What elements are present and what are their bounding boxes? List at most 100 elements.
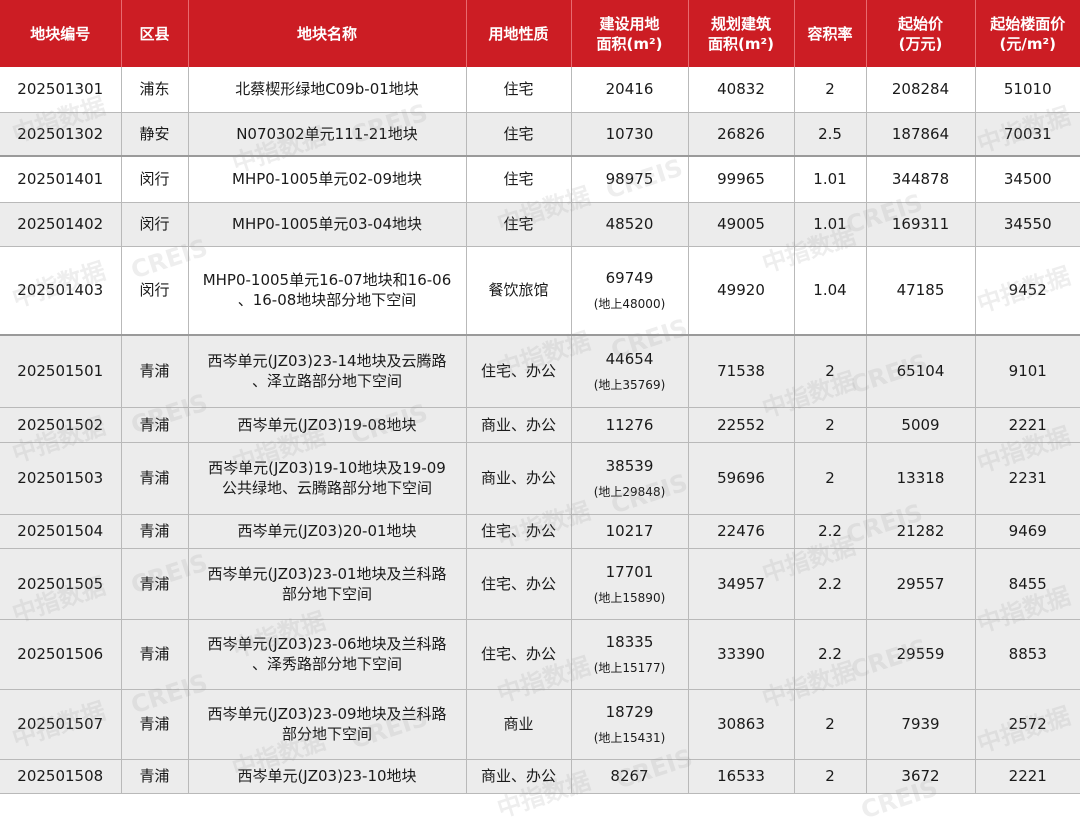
cell-building-area: 22476: [688, 514, 795, 549]
cell-district: 闵行: [121, 202, 189, 247]
cell-land-area: 11276: [571, 407, 689, 443]
header-district: 区县: [121, 0, 189, 67]
header-land-area: 建设用地 面积(m²): [571, 0, 689, 67]
cell-building-area-text: 22552: [717, 415, 765, 434]
cell-district-text: 青浦: [139, 469, 170, 487]
cell-floor-price-text: 34550: [1003, 215, 1052, 233]
cell-building-area-text: 34957: [717, 574, 765, 593]
cell-floor-price: 34500: [975, 156, 1080, 203]
cell-starting-price: 7939: [866, 689, 976, 760]
cell-land-area: 69749 (地上48000): [571, 246, 689, 336]
cell-building-area: 22552: [688, 407, 795, 443]
cell-building-area-text: 16533: [717, 767, 765, 785]
table-row: 202501506 青浦 西岑单元(JZ03)23-06地块及兰科路 、泽秀路部分地下…: [0, 619, 1080, 690]
cell-land-use-text: 商业: [503, 715, 534, 733]
cell-parcel-name-text: 西岑单元(JZ03)23-10地块: [237, 767, 417, 785]
cell-parcel-id: 202501507: [0, 689, 122, 760]
cell-land-use-text: 餐饮旅馆: [488, 281, 549, 300]
cell-parcel-id: 202501301: [0, 67, 122, 113]
cell-floor-price: 2572: [975, 689, 1080, 760]
header-parcel-name: 地块名称: [188, 0, 467, 67]
cell-building-area-text: 33390: [717, 645, 765, 663]
cell-building-area: 34957: [688, 548, 795, 620]
cell-parcel-name-text: 西岑单元(JZ03)23-09地块及兰科路: [207, 705, 447, 723]
cell-parcel-id: 202501403: [0, 246, 122, 336]
table-row: 202501301 浦东 北蔡楔形绿地C09b-01地块 住宅 20416 40832 2 2…: [0, 67, 1080, 113]
cell-land-area-above-ground: (地上15177): [593, 661, 666, 675]
cell-district-text: 闵行: [139, 170, 170, 189]
cell-parcel-id-text: 202501301: [17, 80, 104, 99]
cell-parcel-name: N070302单元111-21地块: [188, 112, 467, 157]
table-row: 202501503 青浦 西岑单元(JZ03)19-10地块及19-09 公共绿地、云…: [0, 442, 1080, 515]
cell-parcel-id: 202501505: [0, 548, 122, 620]
cell-plot-ratio-text: 1.04: [813, 281, 847, 300]
cell-building-area: 40832: [688, 67, 795, 113]
cell-district-text: 静安: [139, 124, 170, 143]
cell-plot-ratio-text: 1.01: [813, 215, 847, 233]
cell-starting-price-text: 3672: [901, 767, 940, 785]
cell-parcel-name: MHP0-1005单元03-04地块: [188, 202, 467, 247]
cell-district: 青浦: [121, 689, 189, 760]
cell-floor-price: 9469: [975, 514, 1080, 549]
cell-starting-price-text: 65104: [896, 362, 945, 381]
cell-starting-price: 21282: [866, 514, 976, 549]
cell-plot-ratio-text: 2.2: [818, 522, 842, 540]
cell-plot-ratio: 2: [794, 759, 867, 794]
cell-district: 青浦: [121, 548, 189, 620]
header-label: 起始楼面价: [990, 14, 1066, 33]
table-header-row: 地块编号 区县 地块名称 用地性质 建设用地 面积(m²) 规划建筑 面积(m²) 容积率 起始价…: [0, 0, 1080, 67]
cell-land-area: 17701 (地上15890): [571, 548, 689, 620]
cell-plot-ratio: 1.04: [794, 246, 867, 336]
cell-plot-ratio-text: 2: [825, 469, 835, 487]
cell-building-area: 16533: [688, 759, 795, 794]
header-label: 起始价: [897, 14, 943, 33]
cell-parcel-id-text: 202501402: [17, 215, 104, 233]
cell-parcel-id: 202501506: [0, 619, 122, 690]
cell-land-use-text: 住宅: [503, 215, 534, 233]
cell-district-text: 青浦: [139, 645, 170, 663]
header-label: 规划建筑: [710, 14, 771, 33]
cell-building-area: 26826: [688, 112, 795, 157]
cell-land-use-text: 住宅: [503, 80, 534, 99]
cell-parcel-name-text: 西岑单元(JZ03)23-06地块及兰科路: [207, 635, 447, 653]
cell-land-area-text: 8267: [610, 767, 649, 785]
cell-district-text: 闵行: [139, 281, 170, 300]
cell-building-area-text: 26826: [717, 124, 765, 143]
cell-starting-price: 344878: [866, 156, 976, 203]
cell-building-area-text: 49005: [717, 215, 765, 233]
cell-district: 青浦: [121, 514, 189, 549]
cell-land-use: 商业、办公: [466, 407, 572, 443]
cell-parcel-id: 202501501: [0, 335, 122, 408]
cell-floor-price-text: 8455: [1008, 574, 1047, 593]
cell-building-area: 59696: [688, 442, 795, 515]
cell-land-area: 18335 (地上15177): [571, 619, 689, 690]
cell-parcel-name-text: 西岑单元(JZ03)19-08地块: [237, 415, 417, 434]
cell-building-area-text: 40832: [717, 80, 765, 99]
cell-starting-price: 187864: [866, 112, 976, 157]
cell-starting-price-text: 21282: [896, 522, 945, 540]
cell-land-use-text: 住宅、办公: [480, 645, 556, 663]
cell-parcel-name-text: 、16-08地块部分地下空间: [237, 291, 417, 310]
table-row: 202501501 青浦 西岑单元(JZ03)23-14地块及云腾路 、泽立路部分地下…: [0, 335, 1080, 408]
cell-land-area-text: 98975: [605, 170, 654, 189]
cell-floor-price-text: 2221: [1008, 415, 1047, 434]
cell-land-use: 商业: [466, 689, 572, 760]
cell-floor-price-text: 2221: [1008, 767, 1047, 785]
cell-district: 静安: [121, 112, 189, 157]
cell-land-use-text: 住宅、办公: [480, 574, 556, 593]
cell-starting-price: 65104: [866, 335, 976, 408]
cell-plot-ratio: 2.5: [794, 112, 867, 157]
cell-land-use-text: 商业、办公: [480, 415, 556, 434]
cell-floor-price: 70031: [975, 112, 1080, 157]
header-label: (元/m²): [999, 34, 1056, 53]
cell-building-area: 33390: [688, 619, 795, 690]
cell-district: 青浦: [121, 407, 189, 443]
cell-building-area-text: 59696: [717, 469, 765, 487]
cell-floor-price: 2221: [975, 759, 1080, 794]
cell-building-area-text: 22476: [717, 522, 765, 540]
table-row: 202501507 青浦 西岑单元(JZ03)23-09地块及兰科路 部分地下空间 商业…: [0, 689, 1080, 760]
cell-parcel-id: 202501503: [0, 442, 122, 515]
cell-district-text: 青浦: [139, 415, 170, 434]
cell-floor-price: 2221: [975, 407, 1080, 443]
cell-district: 青浦: [121, 759, 189, 794]
